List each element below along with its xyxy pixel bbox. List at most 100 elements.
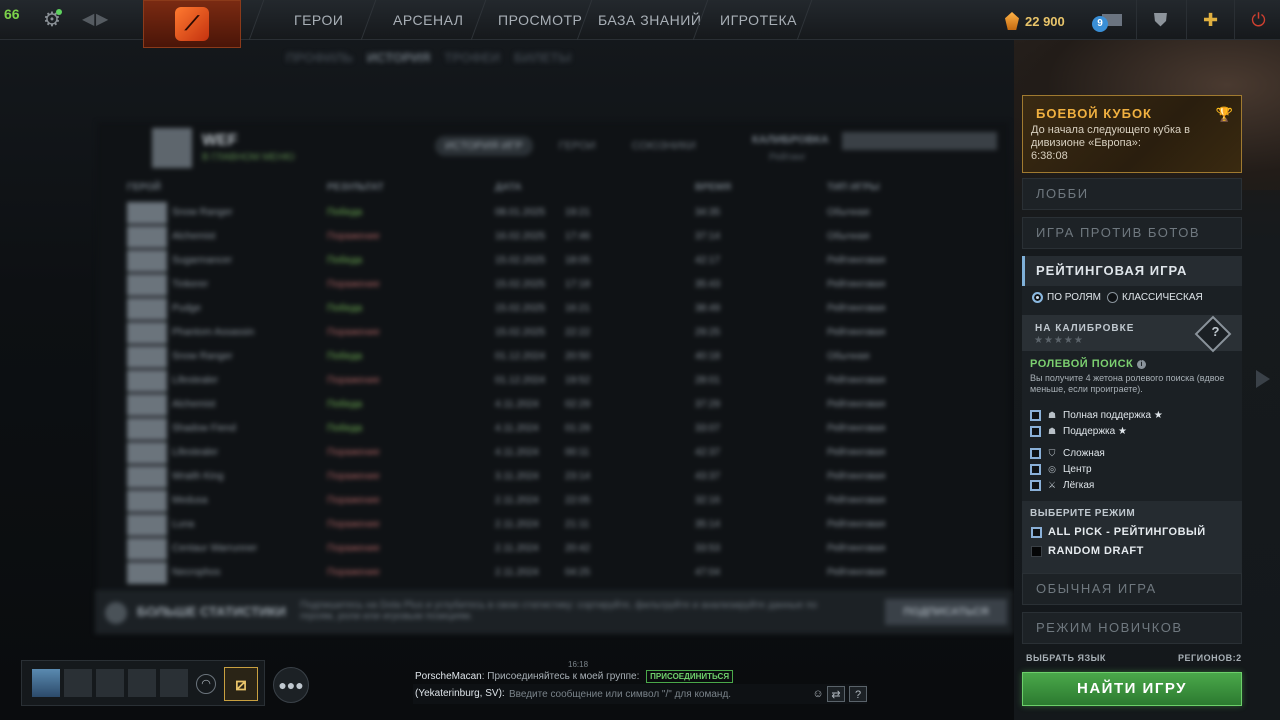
mode-all-pick[interactable]: ALL PICK - РЕЙТИНГОВЫЙ: [1031, 526, 1206, 538]
table-row[interactable]: Lifestealer Поражение 01.12.2024 19:52 28:01…: [127, 370, 997, 392]
checkbox[interactable]: [1030, 463, 1041, 475]
hero-portrait[interactable]: [127, 346, 167, 368]
dota-plus-icon[interactable]: ✚: [1186, 0, 1234, 40]
role-offlane[interactable]: ⛉ Сложная: [1030, 446, 1230, 460]
hero-portrait[interactable]: [127, 490, 167, 512]
checkbox[interactable]: [1030, 425, 1041, 437]
table-row[interactable]: Luna Поражение 2.11.2024 21:11 35:14 Рейтинго…: [127, 514, 997, 536]
gear-icon[interactable]: ⚙: [40, 8, 64, 32]
find-match-button[interactable]: НАЙТИ ИГРУ: [1022, 672, 1242, 706]
rank-medal-icon[interactable]: ?: [1194, 315, 1232, 353]
tab-heroes[interactable]: ГЕРОИ: [549, 136, 606, 156]
checkbox[interactable]: [1030, 479, 1041, 491]
messages-button[interactable]: 9: [1092, 10, 1124, 32]
checkbox[interactable]: [1030, 409, 1041, 421]
party-slot[interactable]: [128, 669, 156, 697]
col-duration[interactable]: ВРЕМЯ: [695, 182, 731, 193]
hero-portrait[interactable]: [127, 250, 167, 272]
mode-newbie[interactable]: РЕЖИМ НОВИЧКОВ: [1022, 612, 1242, 644]
tab-history[interactable]: ИСТОРИЯ: [367, 50, 431, 65]
hero-portrait[interactable]: [127, 538, 167, 560]
info-icon[interactable]: i: [1137, 359, 1147, 369]
nav-heroes[interactable]: ГЕРОИ: [294, 12, 343, 28]
armory-icon[interactable]: ⛊: [1136, 0, 1184, 40]
translate-icon[interactable]: ⇄: [827, 686, 845, 702]
table-row[interactable]: Pudge Победа 15.02.2025 16:21 38:49 Рейтингов…: [127, 298, 997, 320]
forward-arrow-icon[interactable]: ▶: [96, 9, 108, 29]
nav-learn[interactable]: БАЗА ЗНАНИЙ: [598, 12, 701, 28]
help-icon[interactable]: ?: [849, 686, 867, 702]
nav-watch[interactable]: ПРОСМОТР: [498, 12, 582, 28]
regions-select[interactable]: РЕГИОНОВ:2: [1178, 653, 1242, 663]
hero-portrait[interactable]: [127, 466, 167, 488]
power-icon[interactable]: ⏻: [1234, 0, 1280, 40]
chat-user[interactable]: PorscheMacan: [415, 671, 482, 682]
battle-cup-card[interactable]: БОЕВОЙ КУБОК 🏆 До начала следующего кубк…: [1022, 95, 1242, 173]
nav-arsenal[interactable]: АРСЕНАЛ: [393, 12, 463, 28]
language-select[interactable]: ВЫБРАТЬ ЯЗЫК: [1026, 653, 1106, 663]
col-hero[interactable]: ГЕРОЙ: [127, 182, 161, 193]
hero-portrait[interactable]: [127, 226, 167, 248]
hero-portrait[interactable]: [127, 298, 167, 320]
hero-portrait[interactable]: [127, 394, 167, 416]
subscribe-button[interactable]: ПОДПИСАТЬСЯ: [885, 599, 1007, 625]
party-slot[interactable]: [160, 669, 188, 697]
hero-portrait[interactable]: [127, 202, 167, 224]
tab-tickets[interactable]: БИЛЕТЫ: [514, 50, 571, 65]
nav-arcade[interactable]: ИГРОТЕКА: [720, 12, 797, 28]
tab-profile[interactable]: ПРОФИЛЬ: [286, 50, 353, 65]
hero-portrait[interactable]: [127, 322, 167, 344]
mode-normal[interactable]: ОБЫЧНАЯ ИГРА: [1022, 573, 1242, 605]
dota-plus-badge-icon[interactable]: ⧄: [224, 667, 258, 701]
role-carry[interactable]: ⚔ Лёгкая: [1030, 478, 1230, 492]
table-row[interactable]: Medusa Поражение 2.11.2024 22:05 32:16 Рейтин…: [127, 490, 997, 512]
table-row[interactable]: Centaur Warrunner Поражение 2.11.2024 20:42…: [127, 538, 997, 560]
hero-portrait[interactable]: [127, 274, 167, 296]
table-row[interactable]: Snow Ranger Победа 01.12.2024 20:50 40:18 Обы…: [127, 346, 997, 368]
avatar[interactable]: [152, 128, 192, 168]
shards-display[interactable]: 22 900: [1005, 10, 1065, 32]
hero-portrait[interactable]: [127, 514, 167, 536]
avatar[interactable]: [32, 669, 60, 697]
hero-portrait[interactable]: [127, 562, 167, 584]
chat-input[interactable]: [509, 686, 799, 702]
table-row[interactable]: Necrophos Поражение 2.11.2024 04:25 47:04 Рей…: [127, 562, 997, 584]
table-row[interactable]: Snow Ranger Победа 08.01.2025 19:21 34:35 Обы…: [127, 202, 997, 224]
hero-portrait[interactable]: [127, 442, 167, 464]
emoji-icon[interactable]: ☺: [809, 686, 827, 702]
tab-allies[interactable]: СОЮЗНИКИ: [622, 136, 706, 156]
table-row[interactable]: Wraith King Поражение 3.11.2024 23:14 43:37 Р…: [127, 466, 997, 488]
radio-classic[interactable]: КЛАССИЧЕСКАЯ: [1107, 292, 1203, 303]
col-type[interactable]: ТИП ИГРЫ: [827, 182, 880, 193]
table-row[interactable]: Sugarmancer Победа 15.02.2025 18:05 42:17 Рей…: [127, 250, 997, 272]
col-result[interactable]: РЕЗУЛЬТАТ: [327, 182, 384, 193]
col-date[interactable]: ДАТА: [495, 182, 522, 193]
tab-trophies[interactable]: ТРОФЕИ: [444, 50, 500, 65]
checkbox[interactable]: [1031, 526, 1042, 538]
chevron-right-icon[interactable]: [1256, 370, 1270, 388]
back-arrow-icon[interactable]: ◀: [82, 9, 94, 29]
join-party-button[interactable]: ПРИСОЕДИНИТЬСЯ: [646, 670, 734, 683]
mode-ranked[interactable]: РЕЙТИНГОВАЯ ИГРА: [1022, 256, 1242, 286]
table-row[interactable]: Tinkerer Поражение 15.02.2025 17:18 35:43 Рей…: [127, 274, 997, 296]
hero-portrait[interactable]: [127, 370, 167, 392]
mode-lobby[interactable]: ЛОББИ: [1022, 178, 1242, 210]
headset-icon[interactable]: ◠: [196, 674, 216, 694]
table-row[interactable]: Alchemist Победа 4.11.2024 02:29 37:29 Рейтин…: [127, 394, 997, 416]
tab-match-history[interactable]: ИСТОРИЯ ИГР: [435, 136, 533, 156]
table-row[interactable]: Alchemist Поражение 16.02.2025 17:46 37:14 Об…: [127, 226, 997, 248]
party-slot[interactable]: [96, 669, 124, 697]
checkbox[interactable]: [1031, 545, 1042, 557]
mode-random-draft[interactable]: RANDOM DRAFT: [1031, 545, 1144, 557]
role-support[interactable]: ☗ Поддержка ★: [1030, 424, 1230, 438]
mode-bots[interactable]: ИГРА ПРОТИВ БОТОВ: [1022, 217, 1242, 249]
role-hard-support[interactable]: ☗ Полная поддержка ★: [1030, 408, 1230, 422]
table-row[interactable]: Lifestealer Поражение 4.11.2024 00:11 42:37 Р…: [127, 442, 997, 464]
table-row[interactable]: Shadow Fiend Победа 4.11.2024 01:29 33:07 Рей…: [127, 418, 997, 440]
checkbox[interactable]: [1030, 447, 1041, 459]
hero-portrait[interactable]: [127, 418, 167, 440]
party-slot[interactable]: [64, 669, 92, 697]
friends-icon[interactable]: ●●●: [273, 667, 309, 703]
radio-by-roles[interactable]: ПО РОЛЯМ: [1032, 292, 1101, 303]
table-row[interactable]: Phantom Assassin Поражение 15.02.2025 22:22…: [127, 322, 997, 344]
